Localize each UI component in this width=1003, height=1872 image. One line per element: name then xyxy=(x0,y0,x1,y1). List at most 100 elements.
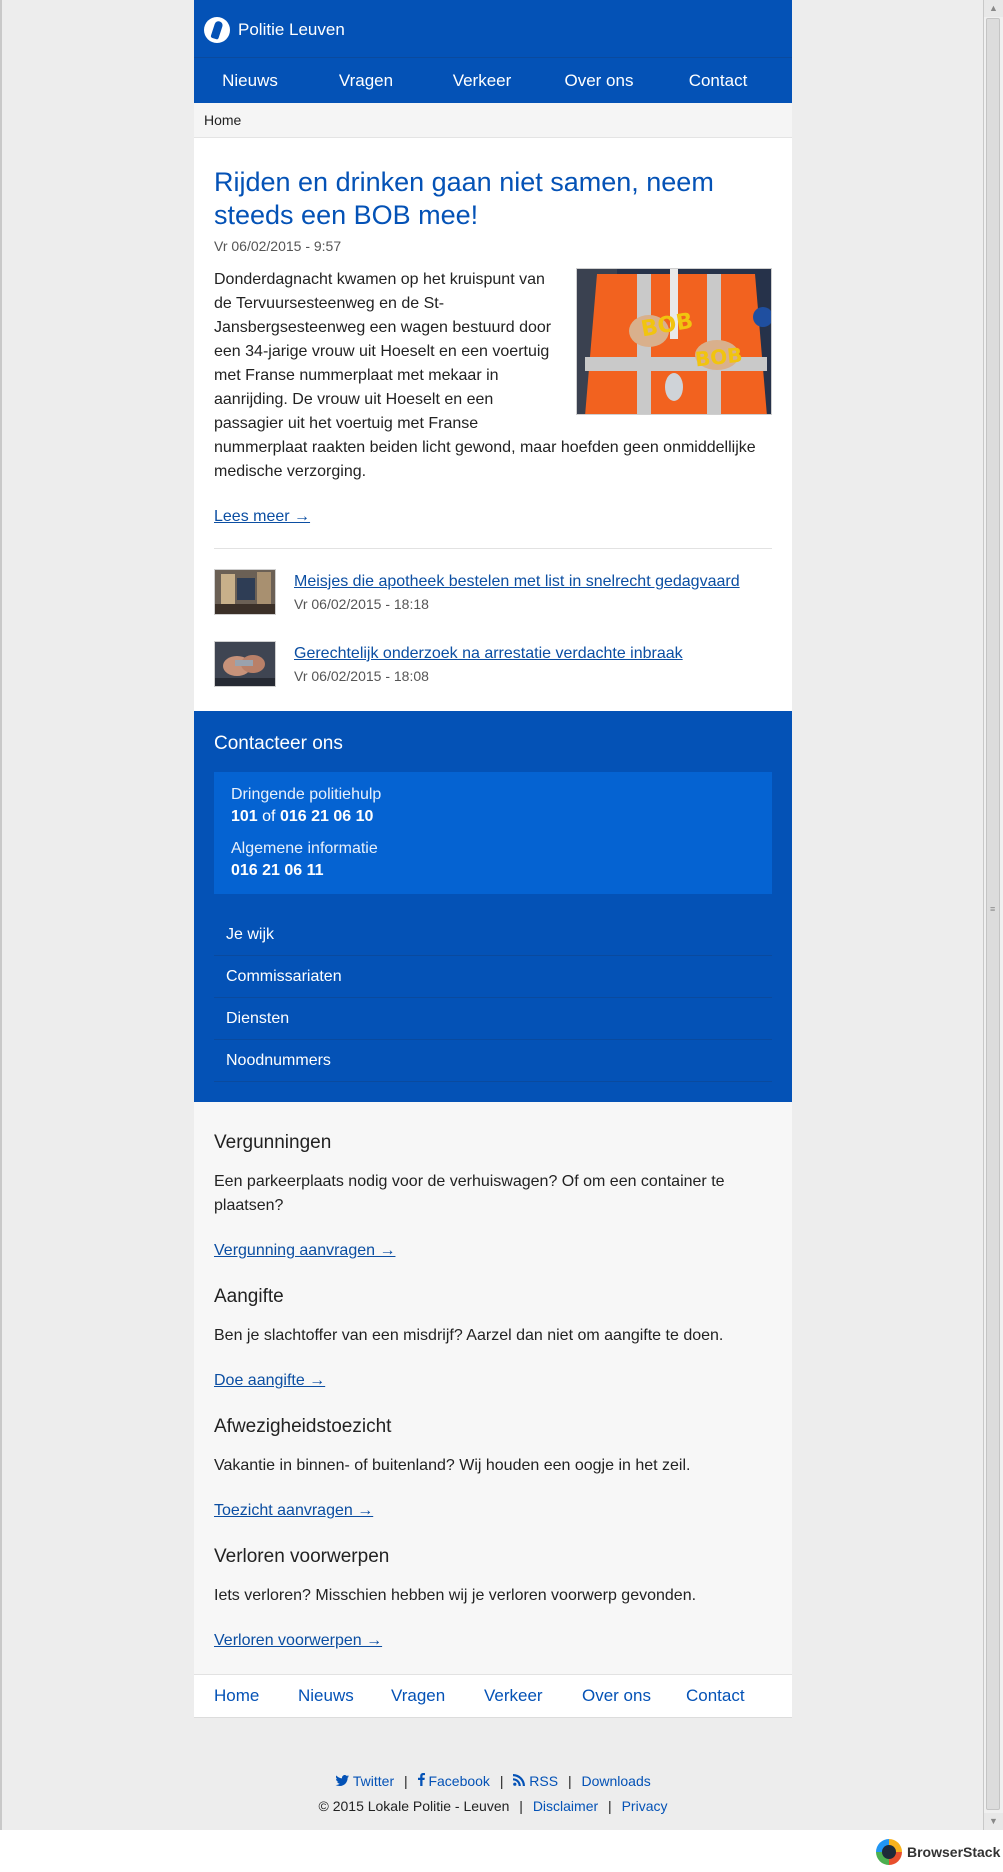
service-title: Afwezigheidstoezicht xyxy=(214,1416,392,1437)
separator: | xyxy=(608,1798,612,1814)
general-info-label: Algemene informatie xyxy=(231,840,378,857)
disclaimer-link[interactable]: Disclaimer xyxy=(533,1798,598,1814)
browser-viewport: Politie Leuven Nieuws Vragen Verkeer Ove… xyxy=(0,0,984,1830)
service-block: Aangifte Ben je slachtoffer van een misd… xyxy=(214,1286,772,1404)
footer-legal-row: © 2015 Lokale Politie - Leuven | Disclai… xyxy=(194,1798,792,1814)
service-text: Iets verloren? Misschien hebben wij je v… xyxy=(214,1587,697,1604)
news-date: Vr 06/02/2015 - 18:08 xyxy=(294,668,429,684)
footer-nav-verkeer[interactable]: Verkeer xyxy=(484,1686,582,1706)
news-item: Meisjes die apotheek bestelen met list i… xyxy=(214,569,772,615)
site-name-link[interactable]: Politie Leuven xyxy=(238,20,345,40)
browserstack-label: BrowserStack xyxy=(907,1844,1001,1860)
service-link[interactable]: Doe aangifte → xyxy=(214,1372,325,1390)
site-header: Politie Leuven xyxy=(194,0,792,57)
service-title: Aangifte xyxy=(214,1286,284,1307)
rss-icon xyxy=(513,1773,526,1789)
service-block: Afwezigheidstoezicht Vakantie in binnen-… xyxy=(214,1416,772,1534)
service-text: Vakantie in binnen- of buitenland? Wij h… xyxy=(214,1457,691,1474)
browserstack-icon xyxy=(876,1839,902,1865)
news-thumbnail[interactable] xyxy=(214,569,276,615)
contact-title: Contacteer ons xyxy=(214,733,343,754)
scroll-grip-icon: ≡ xyxy=(990,904,996,914)
service-block: Vergunningen Een parkeerplaats nodig voo… xyxy=(214,1132,772,1274)
service-title: Verloren voorwerpen xyxy=(214,1546,390,1567)
news-thumbnail-graphic xyxy=(215,570,275,614)
nav-item-vragen[interactable]: Vragen xyxy=(306,71,426,91)
article-image-graphic xyxy=(577,269,771,414)
article-date: Vr 06/02/2015 - 9:57 xyxy=(214,238,342,254)
contact-links: Je wijk Commissariaten Diensten Noodnumm… xyxy=(214,914,772,1082)
browserstack-badge: BrowserStack xyxy=(876,1839,1000,1865)
nav-item-over-ons[interactable]: Over ons xyxy=(538,71,660,91)
rss-label: RSS xyxy=(529,1773,559,1789)
footer-meta: Twitter | Facebook | RSS | Downloads © 2… xyxy=(194,1773,792,1814)
twitter-icon xyxy=(335,1773,350,1789)
urgent-help-label: Dringende politiehulp xyxy=(231,786,382,803)
breadcrumb: Home xyxy=(194,103,792,138)
privacy-link[interactable]: Privacy xyxy=(622,1798,668,1814)
article-image: BOB BOB xyxy=(576,268,772,415)
news-title-link[interactable]: Gerechtelijk onderzoek na arrestatie ver… xyxy=(294,645,683,663)
twitter-label: Twitter xyxy=(352,1773,395,1789)
separator: | xyxy=(519,1798,523,1814)
news-title-link[interactable]: Meisjes die apotheek bestelen met list i… xyxy=(294,573,740,591)
separator: | xyxy=(567,1773,572,1789)
contact-link-je-wijk[interactable]: Je wijk xyxy=(214,914,772,956)
services-section: Vergunningen Een parkeerplaats nodig voo… xyxy=(194,1102,792,1674)
nav-item-verkeer[interactable]: Verkeer xyxy=(426,71,538,91)
separator: | xyxy=(499,1773,504,1789)
facebook-link[interactable]: Facebook xyxy=(417,1773,490,1789)
nav-item-nieuws[interactable]: Nieuws xyxy=(194,71,306,91)
downloads-link[interactable]: Downloads xyxy=(581,1773,650,1789)
news-thumbnail-graphic xyxy=(215,642,275,686)
article-divider xyxy=(214,548,772,549)
scroll-up-arrow-icon[interactable]: ▲ xyxy=(984,0,1003,17)
news-date: Vr 06/02/2015 - 18:18 xyxy=(294,596,429,612)
footer-nav-home[interactable]: Home xyxy=(214,1686,298,1706)
featured-article: Rijden en drinken gaan niet samen, neem … xyxy=(194,138,792,687)
contact-link-commissariaten[interactable]: Commissariaten xyxy=(214,956,772,998)
scroll-down-arrow-icon[interactable]: ▼ xyxy=(984,1813,1003,1830)
service-link[interactable]: Verloren voorwerpen → xyxy=(214,1632,382,1650)
footer-nav-nieuws[interactable]: Nieuws xyxy=(298,1686,391,1706)
footer-navigation: Home Nieuws Vragen Verkeer Over ons Cont… xyxy=(194,1674,792,1718)
service-block: Verloren voorwerpen Iets verloren? Missc… xyxy=(214,1546,772,1664)
site-container: Politie Leuven Nieuws Vragen Verkeer Ove… xyxy=(194,0,792,1718)
twitter-link[interactable]: Twitter xyxy=(335,1773,394,1789)
article-title: Rijden en drinken gaan niet samen, neem … xyxy=(214,167,714,230)
service-link[interactable]: Vergunning aanvragen → xyxy=(214,1242,395,1260)
contact-link-noodnummers[interactable]: Noodnummers xyxy=(214,1040,772,1082)
contact-section: Contacteer ons Dringende politiehulp 101… xyxy=(194,711,792,1102)
urgent-number-local: 016 21 06 10 xyxy=(279,808,374,825)
urgent-or-text: of xyxy=(262,808,276,825)
vertical-scrollbar[interactable]: ▲ ≡ ▼ xyxy=(984,0,1003,1830)
footer-nav-vragen[interactable]: Vragen xyxy=(391,1686,484,1706)
footer-nav-contact[interactable]: Contact xyxy=(686,1686,766,1706)
copyright-text: © 2015 Lokale Politie - Leuven xyxy=(318,1798,510,1814)
read-more-link[interactable]: Lees meer → xyxy=(214,508,310,526)
service-text: Een parkeerplaats nodig voor de verhuisw… xyxy=(214,1173,725,1214)
nav-item-contact[interactable]: Contact xyxy=(660,71,776,91)
general-info-number: 016 21 06 11 xyxy=(231,862,324,879)
breadcrumb-home[interactable]: Home xyxy=(204,112,241,128)
news-info: Meisjes die apotheek bestelen met list i… xyxy=(294,569,740,615)
service-link[interactable]: Toezicht aanvragen → xyxy=(214,1502,373,1520)
separator: | xyxy=(404,1773,408,1789)
urgent-number-101: 101 xyxy=(231,808,258,825)
facebook-icon xyxy=(417,1773,425,1789)
footer-social-row: Twitter | Facebook | RSS | Downloads xyxy=(194,1773,792,1789)
contact-link-diensten[interactable]: Diensten xyxy=(214,998,772,1040)
page-edge xyxy=(0,0,2,1830)
urgent-help-numbers: 101 of 016 21 06 10 xyxy=(231,808,755,826)
contact-numbers-box: Dringende politiehulp 101 of 016 21 06 1… xyxy=(214,772,772,894)
news-item: Gerechtelijk onderzoek na arrestatie ver… xyxy=(214,641,772,687)
article-body: BOB BOB Donderdagnacht kwamen op het kru… xyxy=(214,268,772,484)
footer-nav-over-ons[interactable]: Over ons xyxy=(582,1686,686,1706)
politie-logo-icon[interactable] xyxy=(204,17,230,43)
news-info: Gerechtelijk onderzoek na arrestatie ver… xyxy=(294,641,683,687)
service-text: Ben je slachtoffer van een misdrijf? Aar… xyxy=(214,1327,724,1344)
news-thumbnail[interactable] xyxy=(214,641,276,687)
rss-link[interactable]: RSS xyxy=(513,1773,558,1789)
bob-keychain-text-2: BOB xyxy=(693,342,744,372)
scroll-thumb[interactable]: ≡ xyxy=(986,18,1000,1810)
